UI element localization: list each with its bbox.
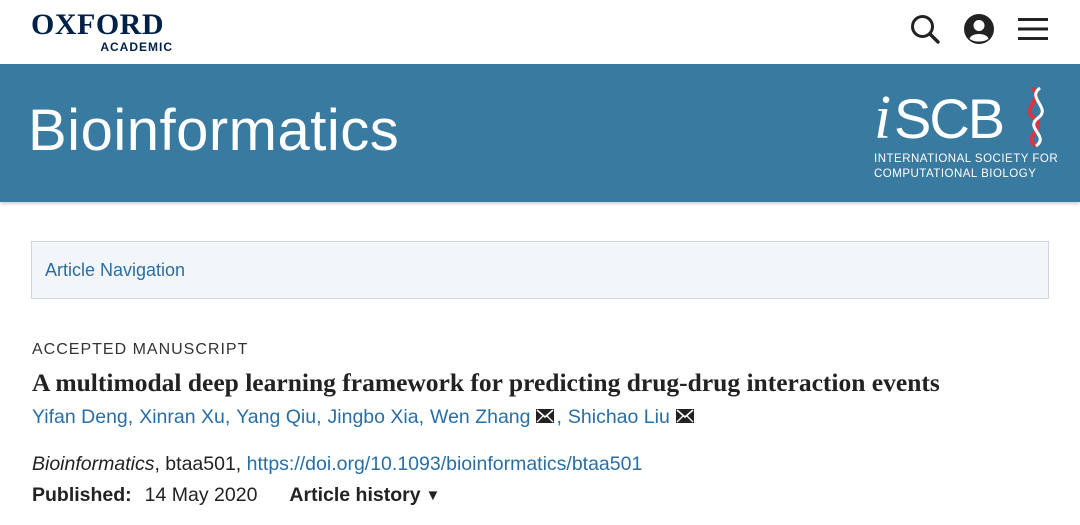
author-separator: , <box>418 406 425 428</box>
author-link[interactable]: Jingbo Xia <box>328 406 419 429</box>
article-history-toggle[interactable]: Article history ▼ <box>289 484 440 507</box>
search-icon[interactable] <box>908 12 942 46</box>
user-account-icon[interactable] <box>962 12 996 46</box>
author-link[interactable]: Xinran Xu <box>139 406 225 429</box>
iscb-caption: INTERNATIONAL SOCIETY FOR COMPUTATIONAL … <box>874 152 1058 182</box>
iscb-logo[interactable]: i SCB INTERNATIONAL SOCIETY FOR COMPUTAT… <box>874 84 1058 194</box>
article-status: ACCEPTED MANUSCRIPT <box>32 341 249 358</box>
svg-text:i: i <box>874 84 891 150</box>
author-link[interactable]: Yifan Deng <box>32 406 128 429</box>
publication-info: Published: 14 May 2020 Article history ▼ <box>32 484 440 507</box>
citation-journal: Bioinformatics <box>32 453 155 475</box>
iscb-logo-mark: i SCB <box>874 84 1044 152</box>
author-separator: , <box>556 406 562 428</box>
header-actions <box>908 12 1050 46</box>
author-link[interactable]: Shichao Liu <box>568 406 670 429</box>
top-header: OXFORD ACADEMIC <box>0 0 1080 64</box>
doi-link[interactable]: https://doi.org/10.1093/bioinformatics/b… <box>247 453 643 475</box>
iscb-caption-line1: INTERNATIONAL SOCIETY FOR <box>874 153 1059 165</box>
citation-article-id: , btaa501, <box>154 453 247 475</box>
article-title: A multimodal deep learning framework for… <box>32 368 940 397</box>
author-link[interactable]: Wen Zhang <box>430 406 530 429</box>
author-separator: , <box>224 406 231 428</box>
author-separator: , <box>316 406 322 428</box>
published-date: 14 May 2020 <box>144 484 258 506</box>
svg-text:SCB: SCB <box>894 87 1003 150</box>
author-link[interactable]: Yang Qiu <box>236 406 316 429</box>
brand-sub: ACADEMIC <box>100 40 173 54</box>
caret-down-icon: ▼ <box>425 487 441 504</box>
email-envelope-icon[interactable] <box>536 406 555 429</box>
author-separator: , <box>127 406 134 428</box>
article-history-label: Article history <box>289 484 421 506</box>
journal-title[interactable]: Bioinformatics <box>28 96 399 166</box>
iscb-caption-line2: COMPUTATIONAL BIOLOGY <box>874 168 1037 180</box>
published-label: Published: <box>32 484 132 506</box>
author-list: Yifan Deng, Xinran Xu, Yang Qiu, Jingbo … <box>32 406 694 429</box>
article-navigation-toggle[interactable]: Article Navigation <box>31 241 1049 299</box>
email-envelope-icon[interactable] <box>675 406 694 429</box>
journal-banner: Bioinformatics i SCB INTERNATIONAL SOCIE… <box>0 64 1080 202</box>
article-navigation-label: Article Navigation <box>45 259 186 280</box>
menu-icon[interactable] <box>1016 12 1050 46</box>
brand-main: OXFORD <box>31 8 164 41</box>
oxford-academic-logo[interactable]: OXFORD ACADEMIC <box>31 10 175 56</box>
citation-line: Bioinformatics, btaa501, https://doi.org… <box>32 453 642 476</box>
